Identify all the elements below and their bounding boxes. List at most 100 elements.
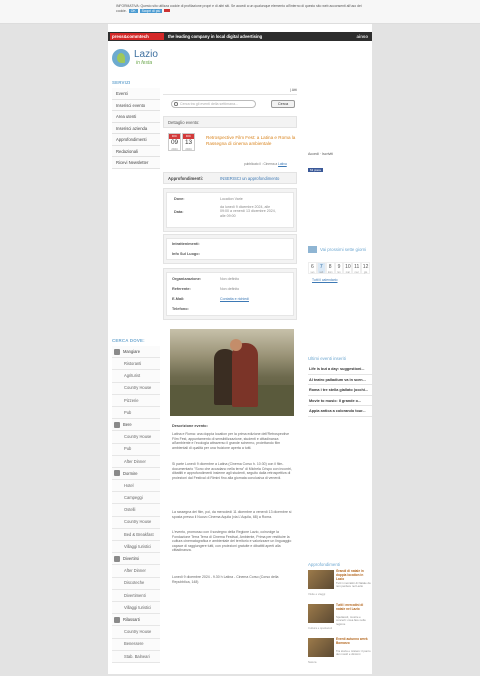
calendar-link[interactable]: Tutti il calendario — [312, 278, 338, 282]
category-label: Campeggi — [124, 495, 143, 501]
category-item[interactable]: After Dinner — [112, 565, 160, 578]
date-label: Data: — [174, 210, 184, 214]
recent-heading: Ultimi eventi inseriti — [308, 356, 346, 361]
services-menu: Eventi Inserisci evento Area utenti Inseris… — [112, 88, 160, 169]
calendar-icon — [308, 246, 317, 253]
category-label: Country House — [124, 434, 152, 440]
sidebar-item[interactable]: Approfondimenti — [112, 134, 160, 146]
sidebar-item[interactable]: Area utenti — [112, 111, 160, 123]
search-button[interactable]: Cerca — [271, 100, 295, 108]
cookie-more-button[interactable]: Scopri di più — [139, 8, 163, 14]
approf-thumbnail[interactable] — [308, 570, 334, 589]
description-title: Descrizione evento: — [172, 424, 208, 428]
approf-thumbnail[interactable] — [308, 604, 334, 623]
flag-icon[interactable] — [164, 9, 171, 13]
sidebar-item[interactable]: Ricevi Newsletter — [112, 157, 160, 169]
category-item[interactable]: Ostelli — [112, 504, 160, 517]
source-prefix: pubblicato il : — [244, 162, 263, 166]
category-item[interactable]: Country House — [112, 626, 160, 639]
category-label: Mangiare — [123, 348, 141, 354]
category-item[interactable]: Pub — [112, 406, 160, 420]
event-photo[interactable] — [170, 329, 294, 416]
approf-card[interactable]: Eventi autunno week Bomarzo Tra storia e … — [308, 637, 372, 676]
category-item[interactable]: Benessere — [112, 638, 160, 651]
approf-title[interactable]: Eventi autunno week Bomarzo — [336, 637, 372, 646]
partner-logo[interactable]: ainso — [357, 32, 368, 41]
approf-insert-link[interactable]: INSERISCI un approfondimento — [220, 176, 279, 181]
category-item[interactable]: Hotel — [112, 480, 160, 493]
phone-label: Telefono: — [172, 307, 189, 311]
category-item[interactable]: Ristoranti — [112, 358, 160, 371]
search-icon — [174, 102, 178, 106]
event-title: Retrospective Film Fest: a Latina e Roma… — [206, 135, 296, 146]
referent-label: Referente: — [172, 287, 191, 291]
category-heading[interactable]: Divertirsi — [112, 553, 160, 566]
approf-title[interactable]: Grandi di natale in doppia location in L… — [336, 569, 372, 581]
approf-tag[interactable]: Cultura e spettacoli — [308, 626, 342, 630]
week-day-label: ven — [310, 271, 315, 274]
category-label: Country House — [124, 629, 152, 635]
week-day-number: 9 — [337, 264, 341, 270]
category-item[interactable]: Villaggi turistici — [112, 601, 160, 615]
category-item[interactable]: After Dinner — [112, 455, 160, 468]
sidebar-item[interactable]: Inserisci evento — [112, 99, 160, 111]
network-brand[interactable]: press&commtech — [110, 33, 164, 40]
facebook-like-button[interactable]: Mi piace — [308, 158, 324, 176]
category-item[interactable]: Agriturist — [112, 370, 160, 383]
category-item[interactable]: Campeggi — [112, 492, 160, 505]
week-day[interactable]: 12 gio — [361, 262, 371, 274]
category-item[interactable]: Divertimenti — [112, 589, 160, 602]
week-day-label: gio — [363, 271, 368, 274]
category-item[interactable]: Country House — [112, 431, 160, 444]
sidebar-item[interactable]: Eventi — [112, 88, 160, 100]
approf-thumbnail[interactable] — [308, 638, 334, 657]
approf-tag[interactable]: Visite e viaggi — [308, 592, 342, 596]
sidebar-item[interactable]: Redazionali — [112, 145, 160, 157]
category-heading[interactable]: Mangiare — [112, 346, 160, 359]
category-heading[interactable]: Bere — [112, 419, 160, 432]
approf-tag[interactable]: Natura — [308, 660, 342, 664]
recent-event-link[interactable]: Life is but a day: suggestioni... — [308, 364, 372, 375]
recent-event-link[interactable]: Movie to music: Il grande o... — [308, 395, 372, 406]
description-p2: Si parte Lunedì 9 dicembre a Latina (Cin… — [172, 462, 292, 480]
category-item[interactable]: Discoteche — [112, 577, 160, 590]
date-value: da lunedì 9 dicembre 2024, alle 09:00 a … — [220, 205, 276, 218]
week-day[interactable]: 9 lun — [334, 262, 344, 274]
category-label: Pub — [124, 446, 132, 452]
category-item[interactable]: Pub — [112, 443, 160, 456]
week-day[interactable]: 10 mar — [343, 262, 353, 274]
search-input[interactable]: Cerca tra gli eventi della settimana... — [171, 100, 256, 108]
recent-event-link[interactable]: Al teatro palladium va in scen... — [308, 374, 372, 385]
facebook-like-label: Mi piace — [308, 168, 324, 173]
category-item[interactable]: Bed & Breakfast — [112, 528, 160, 541]
site-logo[interactable]: Lazio in festa — [112, 46, 170, 72]
sidebar-item[interactable]: Inserisci azienda — [112, 122, 160, 134]
category-item[interactable]: Villaggi turistici — [112, 541, 160, 554]
recent-event-link[interactable]: Roma i tre stella giallato (occhi... — [308, 385, 372, 396]
week-day[interactable]: 8 dom — [325, 262, 335, 274]
week-heading: Vai prossimi sette giorni — [320, 247, 367, 252]
social-links[interactable]: Accedi · Iscriviti — [308, 152, 333, 156]
category-item[interactable]: Country House — [112, 382, 160, 395]
cookie-ok-button[interactable]: OK — [128, 8, 138, 14]
recent-list: Life is but a day: suggestioni... Al teat… — [308, 364, 372, 417]
category-label: Divertirsi — [123, 556, 139, 562]
source-city: Cinema a — [263, 162, 278, 166]
search-placeholder: Cerca tra gli eventi della settimana... — [180, 102, 239, 106]
category-heading[interactable]: Dormire — [112, 467, 160, 481]
category-heading[interactable]: Rilassarti — [112, 614, 160, 627]
approf-title[interactable]: Tutti i mercatini di natale nel Lazio — [336, 603, 372, 612]
week-day[interactable]: 7 sab — [316, 262, 326, 274]
recent-event-link[interactable]: Appia antica a colorando tour... — [308, 406, 372, 417]
header-link[interactable]: | Atti — [290, 88, 297, 92]
source-link[interactable]: Latina — [278, 162, 287, 166]
category-item[interactable]: Pizzerie — [112, 394, 160, 407]
email-contact-link[interactable]: Contatta e richiedi — [220, 297, 249, 301]
week-day-label: mer — [354, 271, 359, 274]
category-item[interactable]: Stab. Balneari — [112, 650, 160, 663]
week-strip: 6 ven 7 sab 8 dom 9 lun 10 mar 11 mer 12 gio — [308, 262, 371, 274]
category-item[interactable]: Country House — [112, 516, 160, 529]
week-day[interactable]: 11 mer — [352, 262, 362, 274]
photo-face — [230, 339, 242, 351]
week-day[interactable]: 6 ven — [308, 262, 317, 274]
